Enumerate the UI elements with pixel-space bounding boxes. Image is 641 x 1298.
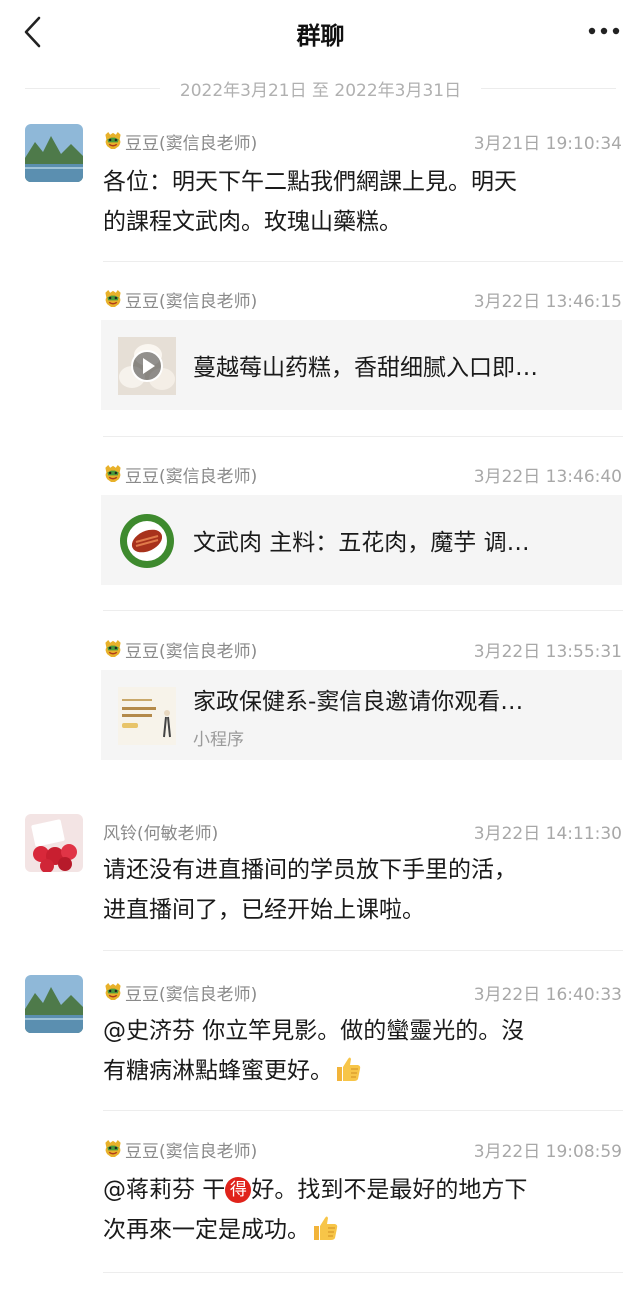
avatar[interactable] bbox=[25, 975, 83, 1033]
article-card[interactable]: 文武肉 主料：五花肉，魔芋 调… bbox=[101, 495, 622, 585]
message-text: @蒋莉芬 干得好。找到不是最好的地方下 次再來一定是成功。 bbox=[103, 1170, 621, 1250]
de-badge: 得 bbox=[225, 1177, 252, 1203]
message-time: 3月21日 19:10:34 bbox=[473, 134, 622, 154]
message-header: 豆豆(窦信良老师) 3月22日 13:46:15 bbox=[103, 286, 622, 312]
message-item: 风铃(何敏老师) 3月22日 14:11:30 请还没有进直播间的学员放下手里的… bbox=[0, 814, 641, 954]
message-header: 豆豆(窦信良老师) 3月22日 13:55:31 bbox=[103, 636, 622, 662]
message-header: 豆豆(窦信良老师) 3月22日 19:08:59 bbox=[103, 1136, 622, 1162]
more-dots-icon[interactable] bbox=[587, 24, 621, 38]
message-item: 豆豆(窦信良老师) 3月22日 19:08:59 @蒋莉芬 干得好。找到不是最好… bbox=[0, 1136, 641, 1266]
mini-program-thumbnail bbox=[118, 687, 176, 745]
message-text: @史济芬 你立竿見影。做的蠻靈光的。沒 有糖病淋點蜂蜜更好。 bbox=[103, 1011, 621, 1091]
message-divider bbox=[103, 436, 623, 437]
article-thumbnail bbox=[118, 512, 176, 570]
thumbs-up-emoji bbox=[313, 1215, 338, 1241]
dragon-face-icon bbox=[104, 1139, 122, 1158]
message-time: 3月22日 13:55:31 bbox=[473, 642, 622, 662]
message-item: 豆豆(窦信良老师) 3月22日 13:46:15 蔓越莓山药糕，香甜细腻入口即… bbox=[0, 286, 641, 426]
dragon-face-icon bbox=[104, 464, 122, 483]
page-title: 群聊 bbox=[296, 22, 345, 50]
thumbs-up-emoji bbox=[336, 1056, 361, 1082]
dragon-face-icon bbox=[104, 131, 122, 150]
text-line: 进直播间了，已经开始上课啦。 bbox=[103, 897, 425, 923]
sender-name: 豆豆(窦信良老师) bbox=[125, 642, 258, 662]
text-line: @史济芬 你立竿見影。做的蠻靈光的。沒 bbox=[103, 1018, 525, 1044]
text-line: 有糖病淋點蜂蜜更好。 bbox=[103, 1051, 621, 1091]
avatar[interactable] bbox=[25, 814, 83, 872]
message-divider bbox=[103, 1272, 623, 1273]
sender-name: 豆豆(窦信良老师) bbox=[125, 292, 258, 312]
message-header: 豆豆(窦信良老师) 3月22日 13:46:40 bbox=[103, 461, 622, 487]
message-item: 豆豆(窦信良老师) 3月22日 13:55:31 家政保健系-窦信良邀请你观看…… bbox=[0, 636, 641, 776]
message-divider bbox=[103, 1110, 623, 1111]
message-time: 3月22日 16:40:33 bbox=[473, 985, 622, 1005]
text-line: 的課程文武肉。玫瑰山藥糕。 bbox=[103, 209, 402, 235]
message-time: 3月22日 13:46:40 bbox=[473, 467, 622, 487]
card-title: 家政保健系-窦信良邀请你观看… bbox=[193, 689, 524, 715]
message-item: 豆豆(窦信良老师) 3月22日 16:40:33 @史济芬 你立竿見影。做的蠻靈… bbox=[0, 975, 641, 1110]
message-time: 3月22日 19:08:59 bbox=[473, 1142, 622, 1162]
message-text: 请还没有进直播间的学员放下手里的活， 进直播间了，已经开始上课啦。 bbox=[103, 850, 621, 930]
message-divider bbox=[103, 950, 623, 951]
video-card[interactable]: 蔓越莓山药糕，香甜细腻入口即… bbox=[101, 320, 622, 410]
text-line: 请还没有进直播间的学员放下手里的活， bbox=[103, 857, 517, 883]
card-subtitle: 小程序 bbox=[193, 730, 244, 750]
message-text: 各位：明天下午二點我們網課上見。明天 的課程文武肉。玫瑰山藥糕。 bbox=[103, 162, 621, 242]
card-title: 蔓越莓山药糕，香甜细腻入口即… bbox=[193, 355, 538, 381]
mini-program-card[interactable]: 家政保健系-窦信良邀请你观看… 小程序 bbox=[101, 670, 622, 760]
message-divider bbox=[103, 261, 623, 262]
sender-name: 风铃(何敏老师) bbox=[103, 824, 219, 844]
message-time: 3月22日 14:11:30 bbox=[473, 824, 622, 844]
message-item: 豆豆(窦信良老师) 3月21日 19:10:34 各位：明天下午二點我們網課上見… bbox=[0, 124, 641, 259]
message-time: 3月22日 13:46:15 bbox=[473, 292, 622, 312]
dragon-face-icon bbox=[104, 289, 122, 308]
message-header: 风铃(何敏老师) 3月22日 14:11:30 bbox=[103, 818, 622, 844]
text-line: @蒋莉芬 干得好。找到不是最好的地方下 bbox=[103, 1177, 528, 1203]
sender-name: 豆豆(窦信良老师) bbox=[125, 1142, 258, 1162]
video-thumbnail bbox=[118, 337, 176, 395]
message-header: 豆豆(窦信良老师) 3月22日 16:40:33 bbox=[103, 979, 622, 1005]
message-header: 豆豆(窦信良老师) 3月21日 19:10:34 bbox=[103, 128, 622, 154]
message-item: 豆豆(窦信良老师) 3月22日 13:46:40 文武肉 主料：五花肉，魔芋 调… bbox=[0, 461, 641, 601]
sender-name: 豆豆(窦信良老师) bbox=[125, 134, 258, 154]
text-line: 各位：明天下午二點我們網課上見。明天 bbox=[103, 169, 517, 195]
card-title: 文武肉 主料：五花肉，魔芋 调… bbox=[193, 530, 530, 556]
dragon-face-icon bbox=[104, 639, 122, 658]
text-line: 次再來一定是成功。 bbox=[103, 1210, 621, 1250]
avatar[interactable] bbox=[25, 124, 83, 182]
date-range-divider bbox=[25, 88, 616, 89]
nav-bar: 群聊 bbox=[0, 0, 641, 66]
message-divider bbox=[103, 610, 623, 611]
sender-name: 豆豆(窦信良老师) bbox=[125, 467, 258, 487]
dragon-face-icon bbox=[104, 982, 122, 1001]
sender-name: 豆豆(窦信良老师) bbox=[125, 985, 258, 1005]
